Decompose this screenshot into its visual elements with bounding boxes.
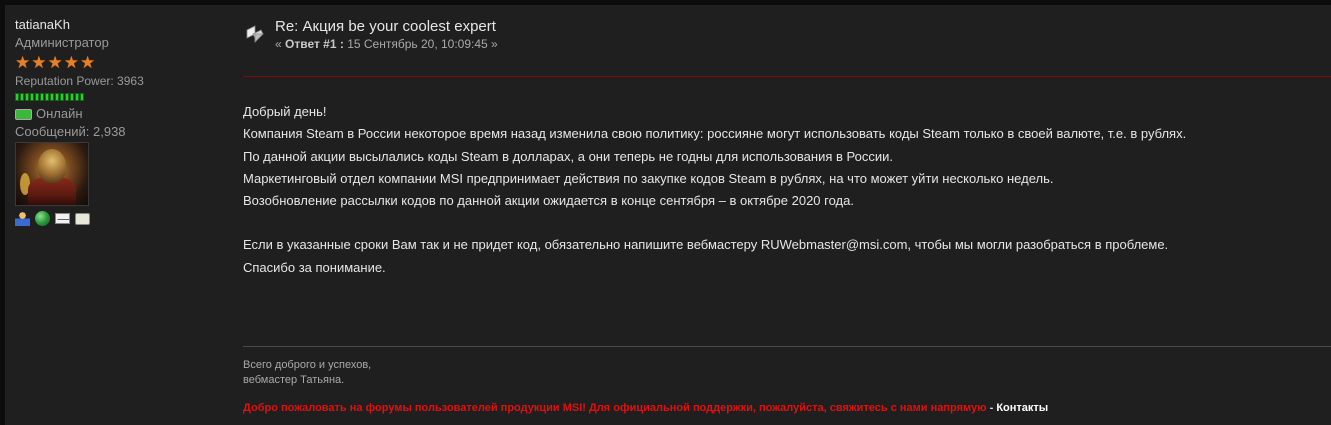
reputation-pip: [60, 93, 64, 101]
post-meta: « Ответ #1 : 15 Сентябрь 20, 10:09:45 »: [275, 36, 498, 52]
reputation-pip: [75, 93, 79, 101]
reputation-power: Reputation Power: 3963: [15, 74, 144, 88]
star-icon: ★: [80, 53, 96, 72]
reply-number[interactable]: Ответ #1 :: [285, 37, 344, 51]
reputation-pip: [15, 93, 19, 101]
signature: Всего доброго и успехов, вебмастер Татья…: [243, 358, 371, 388]
reputation-pip: [25, 93, 29, 101]
pm-icon[interactable]: [75, 212, 90, 225]
reputation-pip: [45, 93, 49, 101]
reputation-pip: [30, 93, 34, 101]
body-line: Возобновление рассылки кодов по данной а…: [243, 193, 854, 209]
rank-stars: ★ ★ ★ ★ ★: [15, 53, 215, 72]
post-count: Сообщений: 2,938: [15, 124, 126, 139]
star-icon: ★: [31, 53, 47, 72]
notice-text: Добро пожаловать на форумы пользователей…: [243, 402, 987, 414]
body-line: Маркетинговый отдел компании MSI предпри…: [243, 170, 1054, 186]
profile-icons: [15, 211, 215, 226]
body-line: Если в указанные сроки Вам так и не прид…: [243, 237, 1169, 253]
profile-icon[interactable]: [15, 211, 30, 226]
reputation-pip: [55, 93, 59, 101]
email-icon[interactable]: [55, 213, 70, 224]
meta-prefix: «: [275, 37, 286, 51]
post-xx-icon: [246, 25, 264, 43]
post-date: 15 Сентябрь 20, 10:09:45 »: [343, 37, 498, 51]
signature-line: вебмастер Татьяна.: [243, 374, 345, 386]
reputation-pip: [80, 93, 84, 101]
post-body: Добрый день! Компания Steam в России нек…: [243, 101, 1323, 279]
reputation-pip: [40, 93, 44, 101]
body-line: По данной акции высылались коды Steam в …: [243, 148, 893, 164]
post-title[interactable]: Re: Акция be your coolest expert: [275, 18, 496, 36]
website-icon[interactable]: [35, 211, 50, 226]
body-line: Спасибо за понимание.: [243, 259, 386, 275]
poster-role: Администратор: [15, 35, 109, 50]
body-line: Добрый день!: [243, 104, 327, 119]
notice-separator: -: [986, 402, 997, 414]
reputation-pip: [35, 93, 39, 101]
reputation-pip: [50, 93, 54, 101]
reputation-pip: [65, 93, 69, 101]
star-icon: ★: [15, 53, 31, 72]
poster-info: tatianaKh Администратор ★ ★ ★ ★ ★ Reputa…: [15, 17, 215, 226]
online-icon: [15, 108, 32, 120]
online-status-label: Онлайн: [36, 106, 83, 121]
reputation-pip: [70, 93, 74, 101]
signature-divider: [243, 346, 1331, 347]
reputation-pip: [20, 93, 24, 101]
forum-post: tatianaKh Администратор ★ ★ ★ ★ ★ Reputa…: [5, 5, 1331, 425]
contacts-link[interactable]: Контакты: [996, 402, 1048, 414]
signature-line: Всего доброго и успехов,: [243, 359, 372, 371]
body-line: Компания Steam в России некоторое время …: [243, 126, 1187, 142]
star-icon: ★: [47, 53, 63, 72]
reputation-bar: [15, 93, 215, 101]
avatar: [15, 142, 89, 206]
poster-username[interactable]: tatianaKh: [15, 17, 215, 33]
star-icon: ★: [63, 53, 79, 72]
support-notice: Добро пожаловать на форумы пользователей…: [243, 401, 1048, 415]
header-divider: [243, 76, 1331, 77]
online-status: Онлайн: [15, 105, 215, 123]
